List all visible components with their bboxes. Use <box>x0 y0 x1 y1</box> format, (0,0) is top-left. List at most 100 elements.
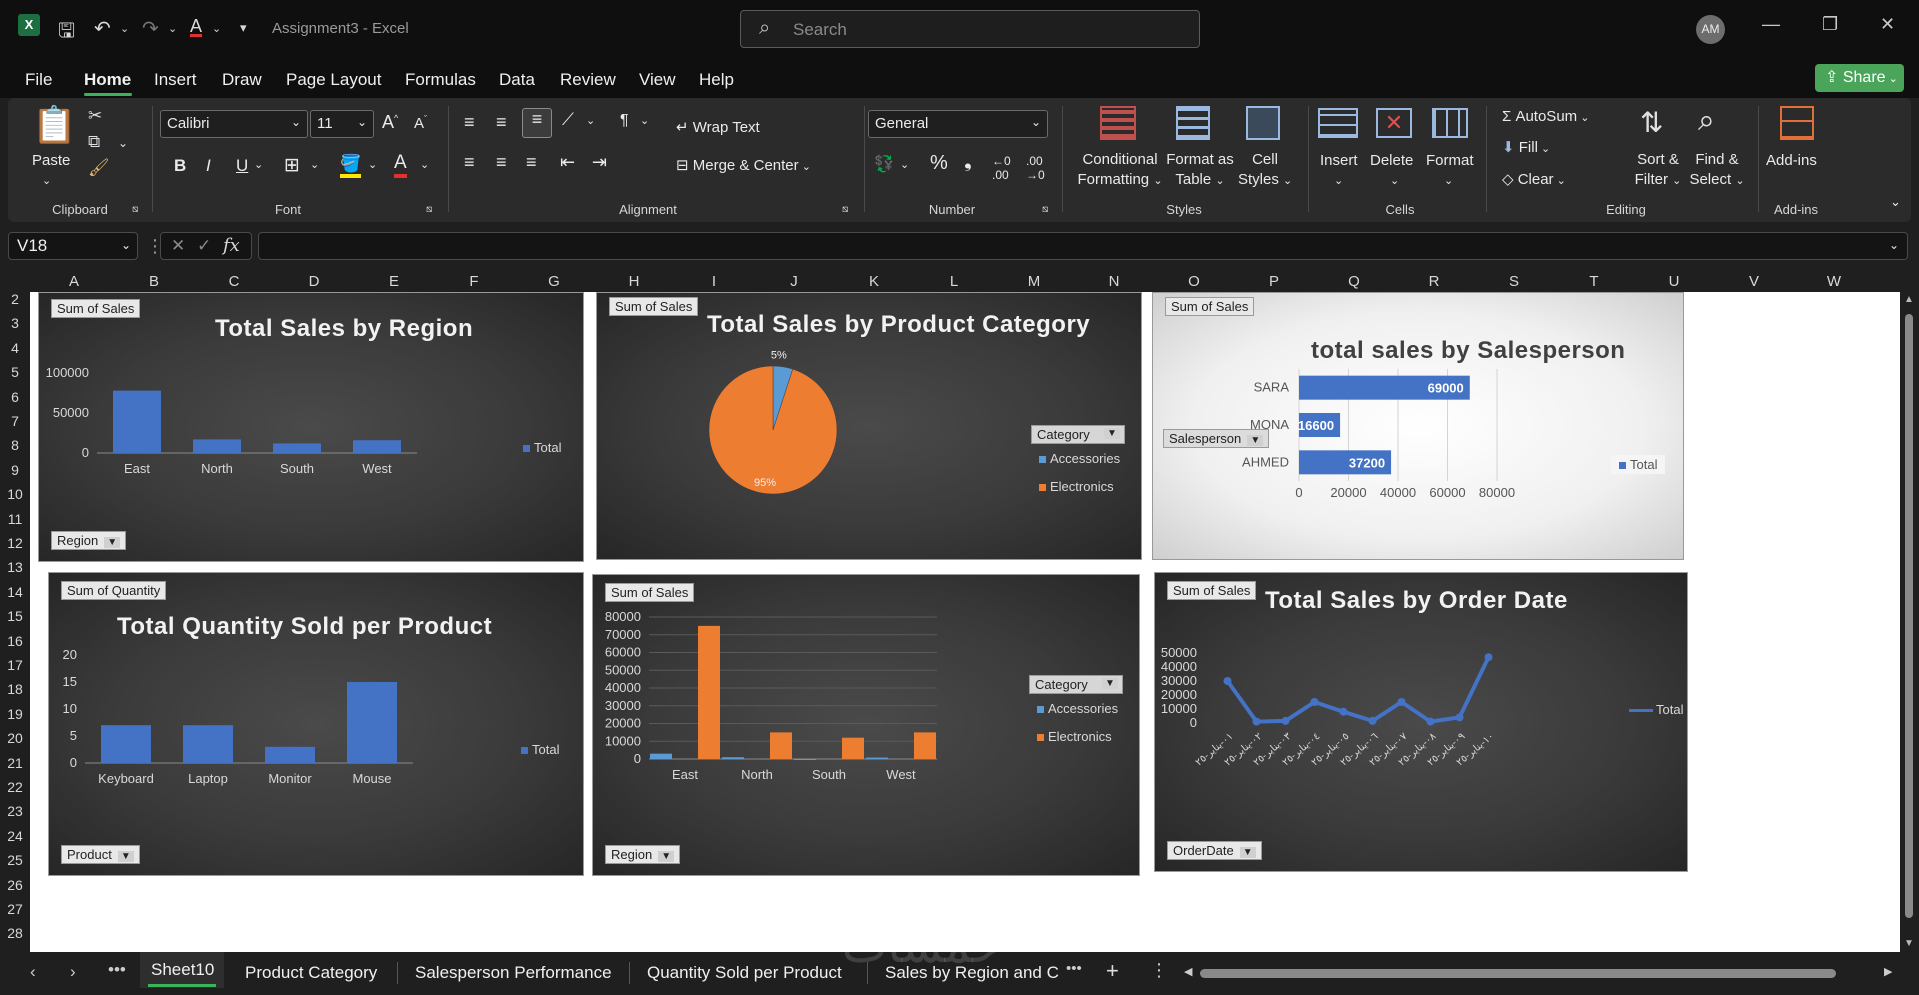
italic-icon[interactable]: I <box>206 156 211 176</box>
column-header[interactable]: H <box>594 273 674 290</box>
wrap-text-button[interactable]: ↵ Wrap Text <box>676 118 760 136</box>
tab-view[interactable]: View <box>639 70 676 90</box>
redo-icon[interactable]: ↷ <box>142 16 159 41</box>
row-header[interactable]: 17 <box>0 657 30 673</box>
underline-icon[interactable]: U <box>236 156 248 176</box>
name-box[interactable]: V18 ⌄ <box>8 232 138 260</box>
column-header[interactable]: P <box>1234 273 1314 290</box>
font-color-quick-icon[interactable]: A <box>190 16 202 37</box>
tab-insert[interactable]: Insert <box>154 70 197 90</box>
clipboard-launcher-icon[interactable]: ⧅ <box>132 204 138 215</box>
row-header[interactable]: 26 <box>0 877 30 893</box>
align-center-icon[interactable]: ≡ <box>496 152 507 173</box>
sort-filter-icon[interactable]: ⇅ <box>1640 106 1663 139</box>
orientation-dropdown-icon[interactable]: ⌄ <box>586 114 595 127</box>
tab-data[interactable]: Data <box>499 70 535 90</box>
paste-dropdown-icon[interactable]: ⌄ <box>42 174 51 187</box>
column-header[interactable]: W <box>1794 273 1874 290</box>
field-button-product[interactable]: Product ▼ <box>61 845 140 864</box>
field-button-orderdate[interactable]: OrderDate ▼ <box>1167 841 1262 860</box>
undo-dropdown-icon[interactable]: ⌄ <box>120 22 129 35</box>
column-header[interactable]: V <box>1714 273 1794 290</box>
tab-help[interactable]: Help <box>699 70 734 90</box>
column-header[interactable]: C <box>194 273 274 290</box>
legend-filter-category[interactable]: Category ▼ <box>1029 675 1123 694</box>
accounting-dropdown-icon[interactable]: ⌄ <box>900 158 909 171</box>
row-header[interactable]: 18 <box>0 681 30 697</box>
format-cells-icon[interactable] <box>1432 108 1468 138</box>
font-color-dropdown-icon[interactable]: ⌄ <box>212 22 221 35</box>
font-name-select[interactable]: Calibri ⌄ <box>160 110 308 138</box>
search-input[interactable]: ⌕ Search <box>740 10 1200 48</box>
scroll-down-icon[interactable]: ▼ <box>1904 938 1914 949</box>
scroll-up-icon[interactable]: ▲ <box>1904 294 1914 305</box>
chart-sales-by-category[interactable]: Sum of Sales Total Sales by Product Cate… <box>596 292 1142 560</box>
row-header[interactable]: 22 <box>0 779 30 795</box>
column-header[interactable]: K <box>834 273 914 290</box>
fill-color-dropdown-icon[interactable]: ⌄ <box>368 158 377 171</box>
restore-icon[interactable]: ❐ <box>1822 14 1838 35</box>
number-format-select[interactable]: General ⌄ <box>868 110 1048 138</box>
format-as-table-button[interactable]: Format as Table ⌄ <box>1164 150 1236 191</box>
add-ins-icon[interactable] <box>1780 106 1814 140</box>
delete-dropdown-icon[interactable]: ⌄ <box>1390 174 1399 187</box>
prev-sheet-icon[interactable]: ‹ <box>30 962 36 982</box>
sheet-options-icon[interactable]: ⋮ <box>1150 960 1168 981</box>
font-color-icon[interactable]: A <box>394 152 407 178</box>
row-header[interactable]: 6 <box>0 389 30 405</box>
sheet-tab-quantity-sold[interactable]: Quantity Sold per Product <box>647 963 842 983</box>
enter-icon[interactable]: ✓ <box>197 236 211 256</box>
percent-icon[interactable]: % <box>930 152 948 175</box>
tab-formulas[interactable]: Formulas <box>405 70 476 90</box>
align-top-icon[interactable]: ≡ <box>464 112 475 133</box>
column-header[interactable]: B <box>114 273 194 290</box>
column-header[interactable]: Q <box>1314 273 1394 290</box>
number-launcher-icon[interactable]: ⧅ <box>1042 204 1048 215</box>
row-header[interactable]: 8 <box>0 437 30 453</box>
undo-icon[interactable]: ↶ <box>94 16 111 41</box>
column-header[interactable]: R <box>1394 273 1474 290</box>
align-middle-icon[interactable]: ≡ <box>496 112 507 133</box>
find-select-icon[interactable]: ⌕ <box>1698 104 1715 138</box>
scrollbar-thumb[interactable] <box>1200 969 1836 978</box>
column-header[interactable]: U <box>1634 273 1714 290</box>
row-header[interactable]: 11 <box>0 511 30 527</box>
cell-styles-button[interactable]: Cell Styles ⌄ <box>1238 150 1292 191</box>
more-sheets-icon[interactable]: ••• <box>108 960 126 980</box>
font-color-dropdown-icon[interactable]: ⌄ <box>420 158 429 171</box>
sheet-tab-salesperson-performance[interactable]: Salesperson Performance <box>415 963 612 983</box>
alignment-launcher-icon[interactable]: ⧅ <box>842 204 848 215</box>
insert-cells-icon[interactable] <box>1318 108 1358 138</box>
font-launcher-icon[interactable]: ⧅ <box>426 204 432 215</box>
row-header[interactable]: 10 <box>0 486 30 502</box>
row-header[interactable]: 23 <box>0 803 30 819</box>
find-select-button[interactable]: Find & Select ⌄ <box>1688 150 1746 191</box>
column-header[interactable]: G <box>514 273 594 290</box>
add-ins-button[interactable]: Add-ins <box>1766 152 1817 169</box>
insert-dropdown-icon[interactable]: ⌄ <box>1334 174 1343 187</box>
column-header[interactable]: L <box>914 273 994 290</box>
column-header[interactable]: T <box>1554 273 1634 290</box>
legend-filter-category[interactable]: Category ▼ <box>1031 425 1125 444</box>
column-header[interactable]: J <box>754 273 834 290</box>
collapse-ribbon-icon[interactable]: ⌄ <box>1890 194 1901 210</box>
font-size-select[interactable]: 11 ⌄ <box>310 110 374 138</box>
decrease-font-icon[interactable]: Aˇ <box>414 114 427 132</box>
comma-icon[interactable]: ❟ <box>964 150 972 173</box>
decrease-indent-icon[interactable]: ⇤ <box>560 152 575 173</box>
formula-input[interactable]: ⌄ <box>258 232 1908 260</box>
increase-indent-icon[interactable]: ⇥ <box>592 152 607 173</box>
row-header[interactable]: 24 <box>0 828 30 844</box>
horizontal-scrollbar[interactable]: ◀ ▶ <box>1184 966 1892 980</box>
row-header[interactable]: 9 <box>0 462 30 478</box>
tab-review[interactable]: Review <box>560 70 616 90</box>
format-as-table-icon[interactable] <box>1176 106 1210 140</box>
row-header[interactable]: 12 <box>0 535 30 551</box>
align-bottom-icon[interactable]: ≡ <box>522 108 552 138</box>
cell-styles-icon[interactable] <box>1246 106 1280 140</box>
clear-button[interactable]: ◇ Clear ⌄ <box>1502 170 1566 188</box>
row-header[interactable]: 4 <box>0 340 30 356</box>
column-header[interactable]: N <box>1074 273 1154 290</box>
column-header[interactable]: I <box>674 273 754 290</box>
orientation-icon[interactable]: ⟋ <box>562 110 574 130</box>
